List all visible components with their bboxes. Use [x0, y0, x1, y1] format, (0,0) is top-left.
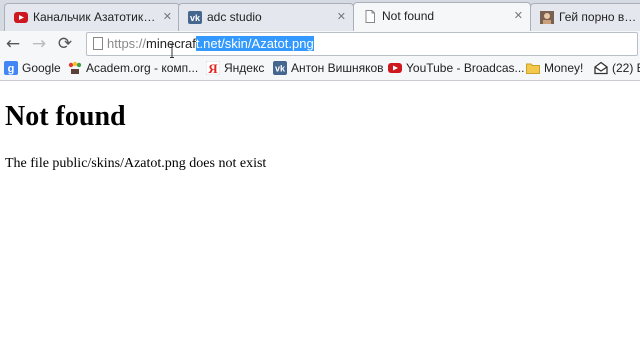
- vk-icon: vk: [188, 11, 202, 24]
- bookmark-label: Яндекс: [224, 61, 265, 75]
- reload-button[interactable]: ⟳: [54, 33, 76, 55]
- tab-video[interactable]: Гей порно видео: [530, 3, 640, 31]
- svg-text:Я: Я: [208, 61, 218, 75]
- page-icon: [365, 10, 375, 23]
- tab-youtube-channel[interactable]: Канальчик Азатотика - Yo ✕: [4, 3, 180, 31]
- text-cursor-icon: [170, 44, 174, 58]
- svg-text:vk: vk: [275, 64, 286, 74]
- url-scheme: https://: [107, 36, 147, 51]
- bookmark-label: (22) B: [612, 61, 640, 75]
- tab-title: Гей порно видео: [559, 10, 639, 24]
- youtube-icon: [14, 12, 28, 23]
- url-selection: t.net/skin/Azatot.png: [195, 36, 314, 51]
- vk-icon: vk: [273, 61, 287, 75]
- avatar-icon: [540, 11, 554, 24]
- bookmark-label: Google: [22, 61, 61, 75]
- bookmark-label: YouTube - Broadcas...: [406, 61, 525, 75]
- yandex-icon: Я: [206, 61, 220, 75]
- tab-title: adc studio: [207, 10, 262, 24]
- tab-title: Канальчик Азатотика - Yo: [33, 10, 159, 24]
- tab-title: Not found: [382, 9, 435, 23]
- bookmark-label: Academ.org - комп...: [86, 61, 199, 75]
- tab-strip: Канальчик Азатотика - Yo ✕ vk adc studio…: [0, 0, 640, 32]
- page-title: Not found: [5, 101, 126, 132]
- svg-text:vk: vk: [190, 13, 201, 23]
- svg-text:g: g: [8, 63, 15, 75]
- close-icon[interactable]: ✕: [163, 10, 172, 24]
- bookmark-label: Антон Вишняков: [291, 61, 384, 75]
- page-content: Not found The file public/skins/Azatot.p…: [0, 81, 640, 360]
- mail-icon: [594, 61, 608, 75]
- tab-adc-studio[interactable]: vk adc studio ✕: [178, 3, 354, 31]
- tab-not-found[interactable]: Not found ✕: [353, 2, 531, 31]
- academ-icon: [68, 61, 82, 74]
- page-info-icon[interactable]: [93, 37, 103, 50]
- error-message: The file public/skins/Azatot.png does no…: [5, 156, 267, 171]
- address-bar[interactable]: https://minecraft.net/skin/Azatot.png: [86, 32, 638, 56]
- toolbar: ← → ⟳ https://minecraft.net/skin/Azatot.…: [0, 31, 640, 57]
- url-text[interactable]: https://minecraft.net/skin/Azatot.png: [107, 33, 314, 55]
- bookmarks-bar: g Google Academ.org - комп... Я Яндекс v…: [0, 57, 640, 81]
- google-icon: g: [4, 61, 18, 75]
- back-button[interactable]: ←: [2, 33, 24, 55]
- close-icon[interactable]: ✕: [337, 10, 346, 24]
- youtube-icon: [388, 63, 402, 73]
- forward-button[interactable]: →: [28, 33, 50, 55]
- close-icon[interactable]: ✕: [514, 9, 523, 23]
- bookmark-label: Money!: [544, 61, 584, 75]
- folder-icon: [526, 63, 540, 74]
